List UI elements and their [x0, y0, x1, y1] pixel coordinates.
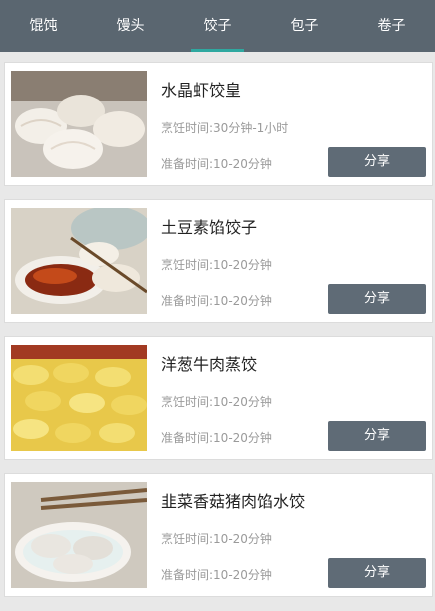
share-button[interactable]: 分享 — [328, 147, 426, 177]
recipe-title: 水晶虾饺皇 — [161, 81, 242, 100]
cook-time: 烹饪时间:10-20分钟 — [161, 258, 272, 272]
share-button[interactable]: 分享 — [328, 284, 426, 314]
recipe-title: 洋葱牛肉蒸饺 — [161, 355, 258, 374]
prep-time: 准备时间:10-20分钟 — [161, 431, 272, 445]
share-button[interactable]: 分享 — [328, 421, 426, 451]
recipe-thumbnail — [11, 71, 147, 177]
category-tab-bar: 馄饨 馒头 饺子 包子 卷子 — [0, 0, 435, 52]
recipe-card[interactable]: 洋葱牛肉蒸饺 烹饪时间:10-20分钟 准备时间:10-20分钟 分享 — [4, 336, 433, 460]
cook-time: 烹饪时间:10-20分钟 — [161, 532, 272, 546]
recipe-thumbnail — [11, 482, 147, 588]
recipe-thumbnail — [11, 208, 147, 314]
tab-juanzi[interactable]: 卷子 — [348, 0, 435, 52]
tab-wonton[interactable]: 馄饨 — [0, 0, 87, 52]
recipe-title: 土豆素馅饺子 — [161, 218, 258, 237]
recipe-card[interactable]: 土豆素馅饺子 烹饪时间:10-20分钟 准备时间:10-20分钟 分享 — [4, 199, 433, 323]
recipe-card[interactable]: 水晶虾饺皇 烹饪时间:30分钟-1小时 准备时间:10-20分钟 分享 — [4, 62, 433, 186]
cook-time: 烹饪时间:30分钟-1小时 — [161, 121, 289, 135]
cook-time: 烹饪时间:10-20分钟 — [161, 395, 272, 409]
recipe-card[interactable]: 韭菜香菇猪肉馅水饺 烹饪时间:10-20分钟 准备时间:10-20分钟 分享 — [4, 473, 433, 597]
prep-time: 准备时间:10-20分钟 — [161, 568, 272, 582]
recipe-title: 韭菜香菇猪肉馅水饺 — [161, 492, 306, 511]
share-button[interactable]: 分享 — [328, 558, 426, 588]
tab-baozi[interactable]: 包子 — [261, 0, 348, 52]
tab-mantou[interactable]: 馒头 — [87, 0, 174, 52]
tab-dumplings[interactable]: 饺子 — [174, 0, 261, 52]
prep-time: 准备时间:10-20分钟 — [161, 157, 272, 171]
recipe-thumbnail — [11, 345, 147, 451]
prep-time: 准备时间:10-20分钟 — [161, 294, 272, 308]
